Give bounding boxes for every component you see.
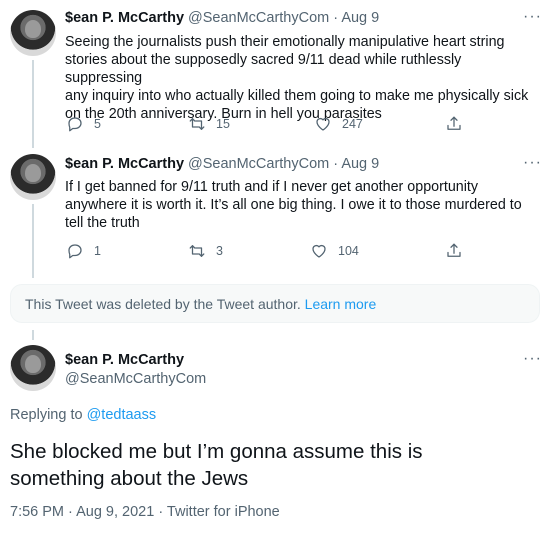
reply-count: 5 <box>94 117 101 131</box>
tweet-text-line: Seeing the journalists push their emotio… <box>65 34 505 50</box>
more-icon[interactable]: ··· <box>523 350 542 368</box>
tweet-text-line: If I get banned for 9/11 truth and if I … <box>65 179 479 195</box>
main-tweet-text: She blocked me but I’m gonna assume this… <box>10 438 530 492</box>
avatar[interactable] <box>10 154 56 200</box>
deleted-text: This Tweet was deleted by the Tweet auth… <box>25 296 301 312</box>
reply-button[interactable]: 1 <box>66 242 101 260</box>
timestamp[interactable]: 7:56 PM · Aug 9, 2021 · Twitter for iPho… <box>10 504 280 520</box>
retweet-icon <box>189 118 205 130</box>
more-icon[interactable]: ··· <box>523 8 542 26</box>
avatar[interactable] <box>10 345 56 391</box>
retweet-button[interactable]: 3 <box>188 242 223 260</box>
replying-to-handle[interactable]: @tedtaass <box>87 407 157 423</box>
author-name[interactable]: $ean P. McCarthy <box>65 156 184 172</box>
tweet-text-line: anywhere it is worth it. It’s all one bi… <box>65 197 522 213</box>
author-handle-date[interactable]: @SeanMcCarthyCom · Aug 9 <box>188 10 379 26</box>
author-name[interactable]: $ean P. McCarthy <box>65 10 184 26</box>
share-button[interactable] <box>445 242 463 265</box>
tweet-text-line: on the 20th anniversary. Burn in hell yo… <box>65 106 382 122</box>
reply-count: 1 <box>94 244 101 258</box>
main-tweet-text-line: something about the Jews <box>10 467 249 490</box>
reply-icon <box>68 117 82 132</box>
like-count: 104 <box>338 244 359 258</box>
share-button[interactable] <box>445 115 463 138</box>
replying-to: Replying to @tedtaass <box>10 407 156 423</box>
reply-button[interactable]: 5 <box>66 115 101 133</box>
tweet-text-line: tell the truth <box>65 215 140 231</box>
main-tweet-text-line: She blocked me but I’m gonna assume this… <box>10 440 423 463</box>
more-icon[interactable]: ··· <box>523 154 542 172</box>
like-button[interactable]: 247 <box>314 115 363 133</box>
author-handle-date[interactable]: @SeanMcCarthyCom · Aug 9 <box>188 156 379 172</box>
like-button[interactable]: 104 <box>310 242 359 260</box>
author-handle[interactable]: @SeanMcCarthyCom <box>65 371 206 387</box>
learn-more-link[interactable]: Learn more <box>305 296 377 312</box>
thread-line <box>32 330 34 340</box>
retweet-button[interactable]: 15 <box>188 115 230 133</box>
like-count: 247 <box>342 117 363 131</box>
thread-line <box>32 204 34 278</box>
thread-line <box>32 60 34 148</box>
tweet-text: Seeing the journalists push their emotio… <box>65 33 540 123</box>
avatar[interactable] <box>10 10 56 56</box>
share-icon <box>447 116 461 130</box>
retweet-count: 15 <box>216 117 230 131</box>
tweet-text-line: any inquiry into who actually killed the… <box>65 88 529 104</box>
tweet-text: If I get banned for 9/11 truth and if I … <box>65 178 540 232</box>
retweet-icon <box>189 245 205 257</box>
replying-to-prefix: Replying to <box>10 407 83 423</box>
tweet-text-line: stories about the supposedly sacred 9/11… <box>65 52 462 86</box>
like-icon <box>316 117 330 131</box>
author-name[interactable]: $ean P. McCarthy <box>65 352 184 368</box>
share-icon <box>447 243 461 257</box>
deleted-tweet-notice: This Tweet was deleted by the Tweet auth… <box>10 284 540 323</box>
reply-icon <box>68 244 82 259</box>
like-icon <box>312 244 326 258</box>
retweet-count: 3 <box>216 244 223 258</box>
